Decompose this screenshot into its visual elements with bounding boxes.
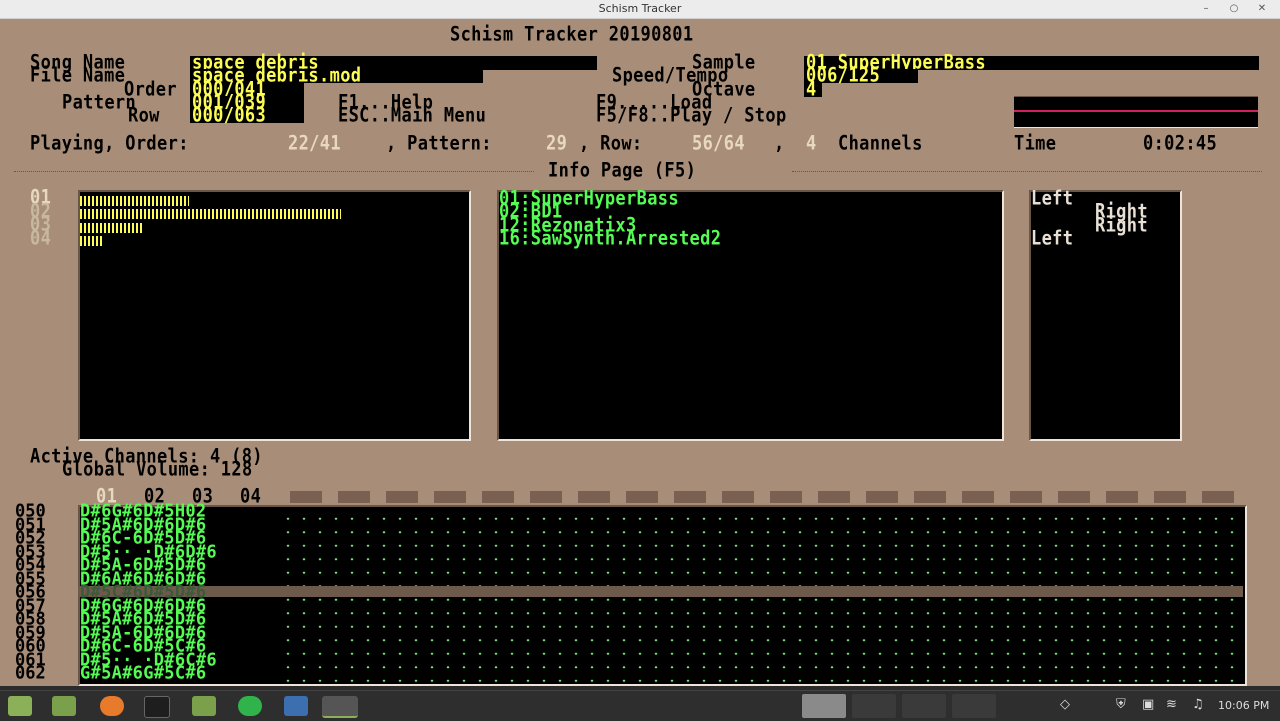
octave-value: 4 (806, 78, 817, 102)
terminal-icon[interactable] (144, 696, 170, 718)
channel-volume-bar (80, 209, 341, 219)
tracker-screen[interactable]: Schism Tracker 20190801 Song Name space_… (0, 19, 1280, 686)
playing-row-label: , Row: (579, 132, 643, 156)
channel-header-box (722, 491, 754, 503)
wifi-icon[interactable]: ≋ (1166, 697, 1177, 712)
window-title: Schism Tracker (598, 2, 682, 15)
minimize-button[interactable]: – (1198, 0, 1214, 18)
panning-value: Left (1031, 187, 1074, 211)
playing-order: 22/41 (288, 132, 341, 156)
channel-header-box (866, 491, 898, 503)
channel-header-box (1106, 491, 1138, 503)
playing-label: Playing, Order: (30, 132, 189, 156)
app-heading: Schism Tracker 20190801 (450, 23, 694, 47)
divider-left (14, 171, 534, 172)
current-row-highlight (78, 586, 1243, 597)
channel-header-box (290, 491, 322, 503)
panning-value: Right (1095, 214, 1148, 238)
camera-icon[interactable] (284, 696, 308, 716)
channel-header-box (1202, 491, 1234, 503)
channel-header-box (578, 491, 610, 503)
channel-header-box (386, 491, 418, 503)
divider-right (792, 171, 1262, 172)
whatsapp-icon[interactable] (238, 696, 262, 716)
row-label: Row (128, 104, 160, 128)
schism-icon[interactable] (322, 696, 358, 718)
pattern-row-notes[interactable]: G#5A#6G#5C#6 (80, 664, 206, 682)
panning-value: Left (1031, 227, 1074, 251)
firefox-icon[interactable] (100, 696, 124, 716)
channel-header-box (770, 491, 802, 503)
channel-header-box (1058, 491, 1090, 503)
playing-pattern: 29 (546, 132, 568, 156)
clock[interactable]: 10:06 PM (1218, 699, 1269, 712)
folder-icon[interactable] (192, 696, 216, 716)
playing-pattern-label: , Pattern: (386, 132, 492, 156)
maximize-button[interactable]: ○ (1226, 0, 1242, 18)
menu-hint: ESC..Main Menu (338, 104, 487, 128)
channels-count: 4 (806, 132, 817, 156)
workspace-4[interactable] (952, 694, 996, 718)
dropbox-icon[interactable]: ◇ (1060, 697, 1070, 712)
channel-volume-bar (80, 236, 103, 246)
channel-header-box (1010, 491, 1042, 503)
play-hint: F5/F8..Play / Stop (596, 104, 787, 128)
channel-volume-bar (80, 223, 142, 233)
pattern-label: Pattern (62, 91, 137, 115)
octave-label: Octave (692, 78, 756, 102)
playing-row: 56/64 (692, 132, 745, 156)
channels-label: Channels (838, 132, 923, 156)
vu-meter-line (1014, 110, 1258, 112)
channel-number: 04 (30, 227, 52, 251)
channel-header-box (530, 491, 562, 503)
file-name-label: File Name (30, 64, 126, 88)
channel-header-box (338, 491, 370, 503)
shield-icon[interactable]: ⛨ (1116, 697, 1126, 712)
speed-tempo-value: 006/125 (806, 64, 881, 88)
menu-icon[interactable] (8, 696, 32, 716)
workspace-2[interactable] (852, 694, 896, 718)
channel-header-box (674, 491, 706, 503)
vu-meter (1014, 96, 1258, 128)
time-value: 0:02:45 (1143, 132, 1218, 156)
time-label: Time (1014, 132, 1057, 156)
files-icon[interactable] (52, 696, 76, 716)
channel-header-box (434, 491, 466, 503)
channel-volume-bar (80, 196, 189, 206)
channel-header-box (626, 491, 658, 503)
global-volume: Global Volume: 128 (62, 458, 253, 482)
music-icon[interactable]: ♫ (1192, 697, 1204, 712)
channel-header-box (482, 491, 514, 503)
row-value: 000/063 (192, 104, 267, 128)
channels-separator: , (774, 132, 785, 156)
channel-header-box (962, 491, 994, 503)
pattern-channel-header[interactable]: 04 (240, 487, 261, 507)
sample-list-item[interactable]: 16:SawSynth.Arrested2 (499, 229, 721, 249)
channel-volume-panel (78, 190, 471, 441)
channel-header-box (1154, 491, 1186, 503)
taskbar: ◇ ⛨ ▣ ≋ ♫ 10:06 PM (0, 690, 1280, 721)
close-button[interactable]: ✕ (1254, 0, 1270, 18)
pattern-row-number: 062 (15, 662, 46, 684)
workspace-3[interactable] (902, 694, 946, 718)
channel-header-box (818, 491, 850, 503)
channel-header-box (914, 491, 946, 503)
info-page-title: Info Page (F5) (548, 159, 697, 183)
workspace-1[interactable] (802, 694, 846, 718)
display-icon[interactable]: ▣ (1142, 697, 1154, 712)
window-titlebar: Schism Tracker – ○ ✕ (0, 0, 1280, 19)
